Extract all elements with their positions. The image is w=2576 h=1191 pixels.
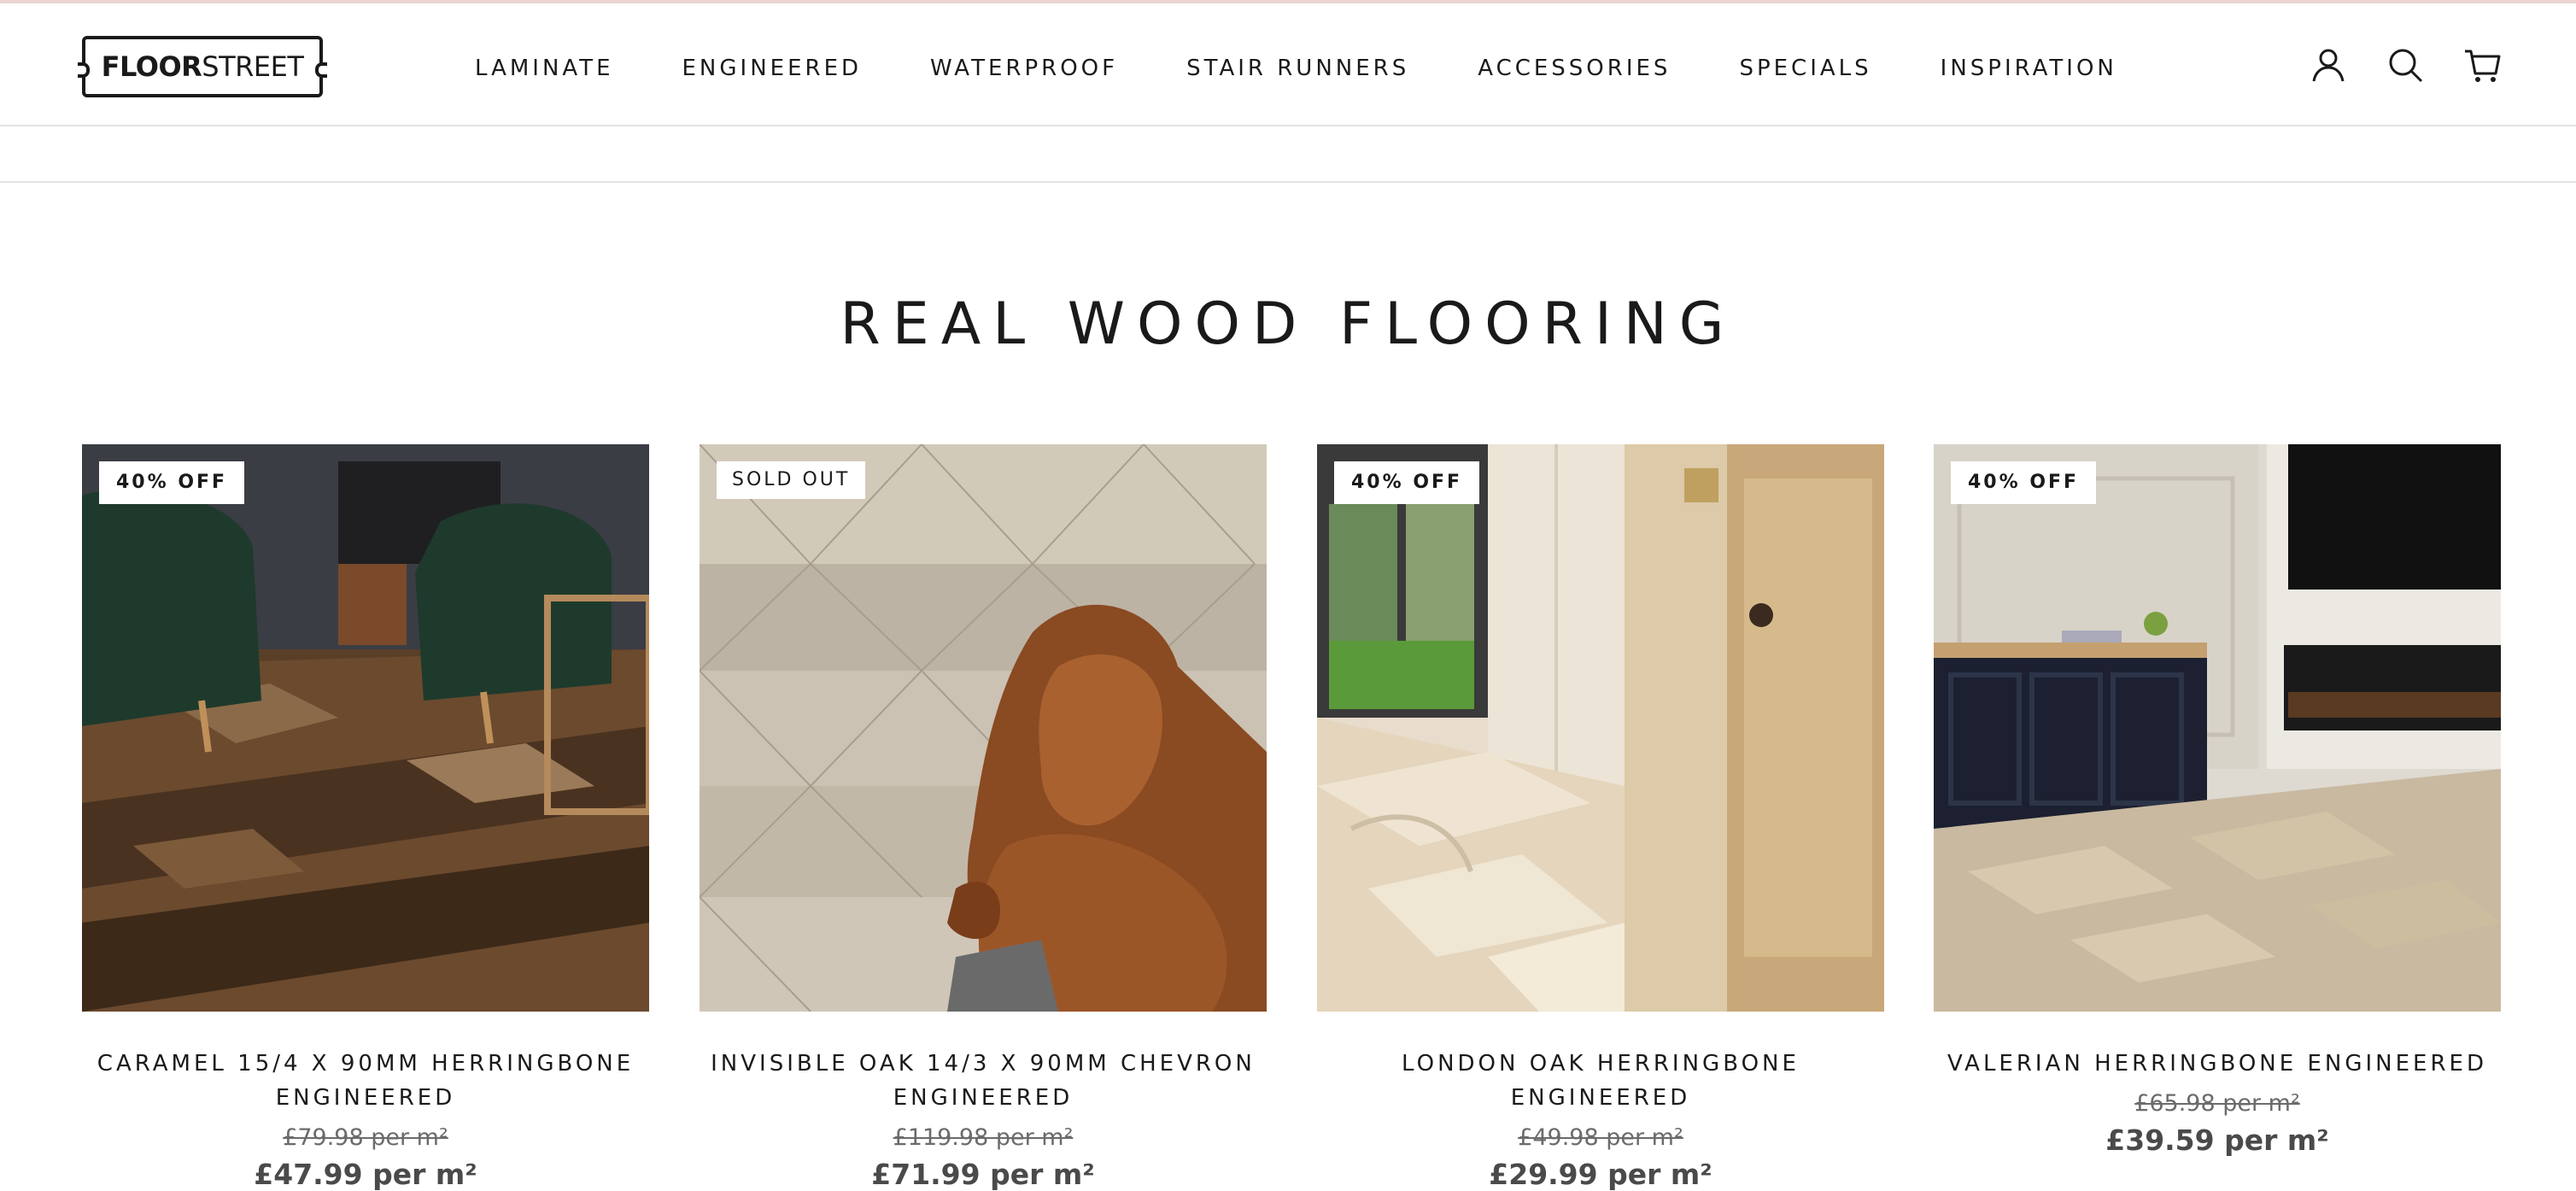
search-icon[interactable]	[2386, 46, 2424, 84]
main-nav: LAMINATE ENGINEERED WATERPROOF STAIR RUN…	[475, 51, 2186, 85]
nav-item-accessories[interactable]: ACCESSORIES	[1478, 56, 1671, 81]
logo-text-bold: FLOOR	[101, 50, 202, 83]
product-card[interactable]: 40% OFF LONDON OAK HERRINGBONE ENGINEERE…	[1317, 444, 1884, 1191]
product-image[interactable]	[1934, 444, 2501, 1012]
logo-text-light: STREET	[202, 50, 304, 83]
product-image[interactable]	[700, 444, 1267, 1012]
announcement-bar	[0, 126, 2576, 183]
discount-badge: 40% OFF	[1951, 461, 2097, 504]
nav-item-inspiration[interactable]: INSPIRATION	[1941, 56, 2117, 81]
product-card[interactable]: 40% OFF VALERIAN HERRINGBONE ENGINEERED …	[1934, 444, 2501, 1179]
discount-badge: 40% OFF	[99, 461, 245, 504]
page-title: REAL WOOD FLOORING	[840, 290, 1736, 358]
site-header: FLOOR STREET LAMINATE ENGINEERED WATERPRO…	[0, 3, 2576, 126]
nav-item-waterproof[interactable]: WATERPROOF	[930, 56, 1118, 81]
nav-item-stair-runners[interactable]: STAIR RUNNERS	[1186, 56, 1409, 81]
product-title[interactable]: CARAMEL 15/4 X 90MM HERRINGBONE ENGINEER…	[82, 1047, 649, 1115]
cart-icon[interactable]	[2463, 46, 2501, 84]
nav-item-engineered[interactable]: ENGINEERED	[682, 56, 863, 81]
product-grid: 40% OFF CARAMEL 15/4 X 90MM HERRINGBONE …	[82, 444, 2501, 1191]
product-title[interactable]: VALERIAN HERRINGBONE ENGINEERED	[1934, 1047, 2501, 1081]
product-sale-price: £39.59 per m²	[2105, 1124, 2329, 1157]
sold-out-badge: SOLD OUT	[717, 461, 866, 499]
product-sale-price: £29.99 per m²	[1489, 1158, 1712, 1191]
product-original-price: £119.98 per m²	[893, 1124, 1074, 1151]
nav-item-laminate[interactable]: LAMINATE	[475, 56, 614, 81]
product-card[interactable]: 40% OFF CARAMEL 15/4 X 90MM HERRINGBONE …	[82, 444, 649, 1191]
product-image[interactable]	[82, 444, 649, 1012]
product-original-price: £79.98 per m²	[283, 1124, 448, 1151]
product-sale-price: £47.99 per m²	[254, 1158, 477, 1191]
product-card[interactable]: SOLD OUT INVISIBLE OAK 14/3 X 90MM CHEVR…	[700, 444, 1267, 1191]
site-logo[interactable]: FLOOR STREET	[78, 36, 327, 97]
header-icons	[2310, 46, 2501, 84]
discount-badge: 40% OFF	[1334, 461, 1480, 504]
product-original-price: £65.98 per m²	[2134, 1090, 2300, 1117]
product-title[interactable]: LONDON OAK HERRINGBONE ENGINEERED	[1317, 1047, 1884, 1115]
product-title[interactable]: INVISIBLE OAK 14/3 X 90MM CHEVRON ENGINE…	[700, 1047, 1267, 1115]
product-sale-price: £71.99 per m²	[871, 1158, 1095, 1191]
account-icon[interactable]	[2310, 46, 2347, 84]
nav-item-specials[interactable]: SPECIALS	[1739, 56, 1871, 81]
product-image[interactable]	[1317, 444, 1884, 1012]
product-original-price: £49.98 per m²	[1518, 1124, 1683, 1151]
